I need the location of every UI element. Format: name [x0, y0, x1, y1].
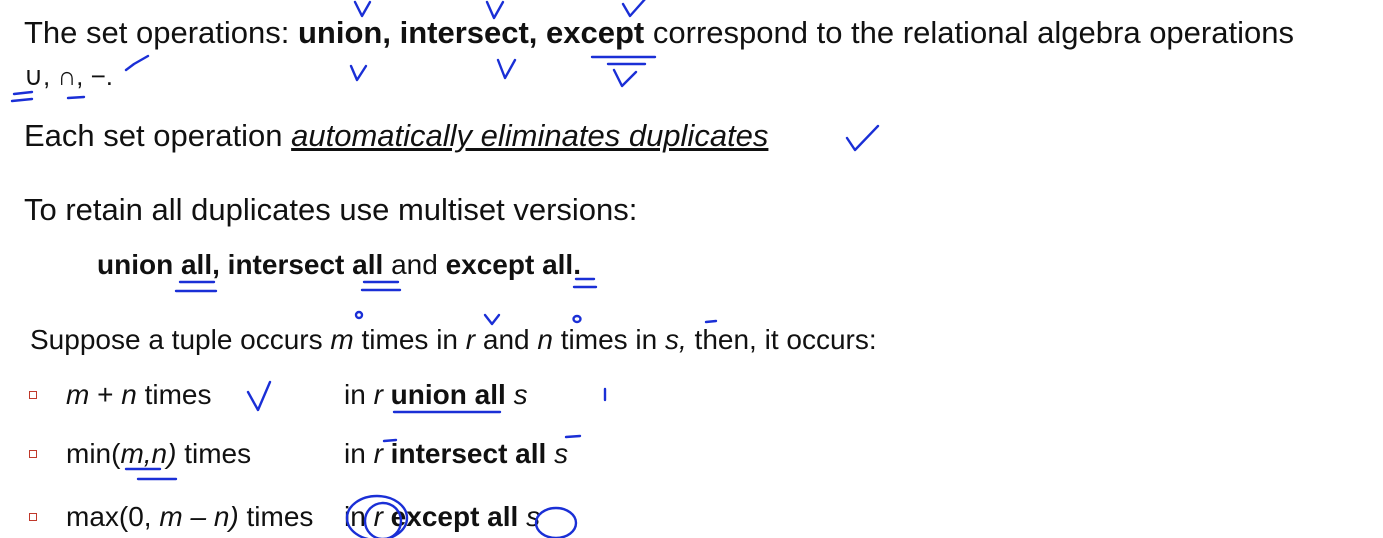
expr-s: s	[513, 379, 528, 410]
expr-r: r	[373, 438, 383, 469]
check-mark-m-plus-n	[246, 380, 272, 412]
suppose-text-1: Suppose a tuple occurs	[30, 324, 331, 355]
bullet-icon	[29, 391, 37, 399]
count-part: times	[176, 438, 252, 469]
expr-r: r	[373, 379, 383, 410]
multiset-ops-a: union all, intersect all	[97, 249, 384, 280]
check-mark-intersect-symbol	[496, 58, 517, 80]
bullet-icon	[29, 513, 37, 521]
check-mark-except	[621, 0, 646, 18]
check-mark-eliminates	[845, 124, 880, 152]
var-m: m	[330, 324, 354, 355]
count-part: m – n)	[159, 501, 239, 532]
expr-pre: in	[344, 438, 374, 469]
symbols-text: ∪, ∩, −.	[24, 61, 114, 91]
count-part: times	[136, 379, 212, 410]
var-s: s,	[665, 324, 687, 355]
m-mark	[354, 310, 364, 320]
suppose-text-4: times in	[552, 324, 665, 355]
occurrence-count: m + n times	[66, 377, 212, 413]
expr-pre: in	[344, 379, 374, 410]
line-multiset-versions: union all, intersect all and except all.	[97, 247, 581, 283]
set-ops-keywords: union, intersect, except	[298, 15, 645, 50]
var-n: n	[537, 324, 553, 355]
occurrence-count: max(0, m – n) times	[66, 499, 313, 535]
expr-r: r	[373, 501, 383, 532]
relational-algebra-symbols: ∪, ∩, −.	[24, 58, 113, 94]
check-mark-union-symbol	[349, 64, 368, 82]
line-set-operations: The set operations: union, intersect, ex…	[24, 15, 1294, 51]
count-part: n	[121, 379, 137, 410]
line1-prefix: The set operations:	[24, 15, 298, 50]
count-part: times	[238, 501, 314, 532]
line1-suffix: correspond to the relational algebra ope…	[644, 15, 1294, 50]
expr-op: union all	[382, 379, 514, 410]
check-mark-operations	[124, 54, 150, 72]
expr-s: s	[526, 501, 541, 532]
count-part: min(	[66, 438, 121, 469]
union-symbol-underline-2	[10, 97, 34, 103]
operation-expression: in r intersect all s	[344, 436, 568, 472]
check-mark-except-symbol	[612, 68, 638, 88]
line-eliminates-duplicates: Each set operation automatically elimina…	[24, 118, 768, 154]
intersect-symbol-underline	[66, 95, 86, 100]
multiset-ops-b: except all.	[445, 249, 581, 280]
check-mark-union	[353, 0, 372, 18]
operation-expression: in r except all s	[344, 499, 540, 535]
suppose-text-2: times in	[353, 324, 466, 355]
line4-text: To retain all duplicates use multiset ve…	[24, 192, 638, 227]
count-part: m,n)	[120, 438, 177, 469]
line-retain-duplicates: To retain all duplicates use multiset ve…	[24, 192, 637, 228]
bullet-icon	[29, 450, 37, 458]
suppose-text-3: and	[475, 324, 538, 355]
count-part: m	[66, 379, 90, 410]
line3-prefix: Each set operation	[24, 118, 292, 153]
expr-op: intersect all	[382, 438, 555, 469]
count-part: +	[89, 379, 122, 410]
var-r: r	[465, 324, 476, 355]
s-overline-intersect	[564, 434, 582, 439]
s-circle-except	[534, 506, 578, 538]
multiset-and: and	[383, 249, 446, 280]
operation-expression: in r union all s	[344, 377, 528, 413]
suppose-text-5: then, it occurs:	[686, 324, 877, 355]
eliminates-duplicates-emphasis: automatically eliminates duplicates	[291, 118, 769, 153]
line-suppose-tuple: Suppose a tuple occurs m times in r and …	[30, 322, 877, 358]
count-part: max(0,	[66, 501, 160, 532]
expr-op: except all	[382, 501, 527, 532]
expr-pre: in	[344, 501, 374, 532]
expr-s: s	[554, 438, 569, 469]
occurrence-count: min(m,n) times	[66, 436, 251, 472]
